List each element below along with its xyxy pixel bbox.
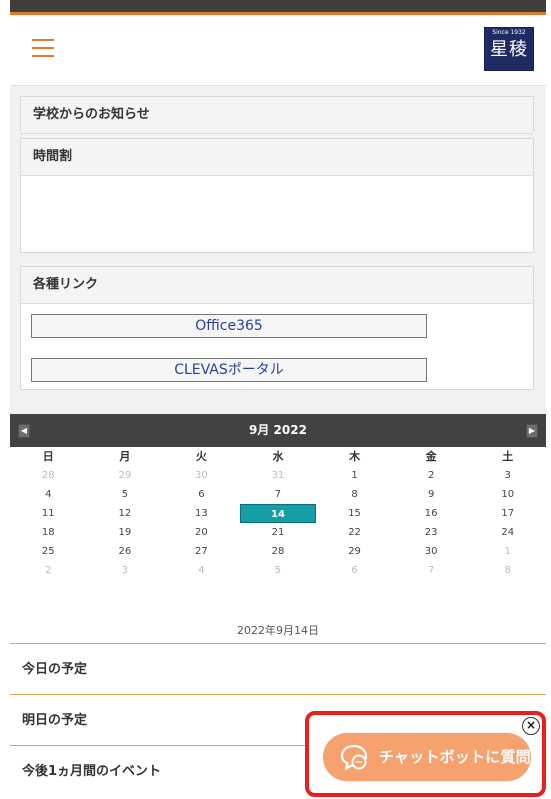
chatbot-label: チャットボットに質問 <box>379 748 531 766</box>
main-content: 学校からのお知らせ 時間割 各種リンク Office365 CLEVASポータル <box>10 86 546 416</box>
calendar-day[interactable]: 27 <box>163 542 240 561</box>
timetable-panel: 時間割 <box>20 138 534 253</box>
weekday-sun: 日 <box>42 450 54 463</box>
calendar-day[interactable]: 4 <box>163 561 240 580</box>
next-month-icon[interactable]: ▶ <box>526 424 538 438</box>
weekday-wed: 水 <box>272 450 284 463</box>
links-panel: 各種リンク Office365 CLEVASポータル <box>20 266 534 390</box>
calendar-day[interactable]: 22 <box>316 523 393 542</box>
logo-since-text: Since 1932 <box>492 29 526 36</box>
clevas-portal-link[interactable]: CLEVASポータル <box>31 358 427 382</box>
weekday-tue: 火 <box>195 450 207 463</box>
calendar-day[interactable]: 3 <box>469 466 546 485</box>
today-schedule[interactable]: 今日の予定 <box>10 643 546 694</box>
menu-line <box>32 47 54 49</box>
calendar-day[interactable]: 30 <box>163 466 240 485</box>
calendar-day[interactable]: 17 <box>469 504 546 523</box>
calendar-day[interactable]: 2 <box>393 466 470 485</box>
links-title: 各種リンク <box>21 267 533 304</box>
calendar-day[interactable]: 4 <box>10 485 87 504</box>
calendar-day[interactable]: 11 <box>10 504 87 523</box>
calendar-day[interactable]: 9 <box>393 485 470 504</box>
calendar-day[interactable]: 10 <box>469 485 546 504</box>
calendar-day[interactable]: 12 <box>87 504 164 523</box>
header: Since 1932 星稜 <box>10 15 546 86</box>
calendar-day[interactable]: 26 <box>87 542 164 561</box>
timetable-body <box>21 176 533 254</box>
calendar: 日 月 火 水 木 金 土 28 29 30 31 1 2 3 4 5 6 7 … <box>10 447 546 643</box>
logo-name: 星稜 <box>490 39 528 60</box>
calendar-day[interactable]: 7 <box>393 561 470 580</box>
calendar-day[interactable]: 7 <box>240 485 317 504</box>
calendar-day[interactable]: 20 <box>163 523 240 542</box>
timetable-title: 時間割 <box>21 139 533 176</box>
weekday-mon: 月 <box>119 450 131 463</box>
calendar-day[interactable]: 29 <box>316 542 393 561</box>
calendar-day[interactable]: 24 <box>469 523 546 542</box>
calendar-day[interactable]: 2 <box>10 561 87 580</box>
announcements-panel: 学校からのお知らせ <box>20 96 534 134</box>
calendar-header: ◀ 9月 2022 ▶ <box>10 414 546 447</box>
calendar-day[interactable]: 3 <box>87 561 164 580</box>
office365-link[interactable]: Office365 <box>31 314 427 338</box>
calendar-day[interactable]: 1 <box>316 466 393 485</box>
calendar-month-label: 9月 2022 <box>249 423 307 437</box>
calendar-day[interactable]: 5 <box>240 561 317 580</box>
weekday-thu: 木 <box>349 450 361 463</box>
menu-line <box>32 39 54 41</box>
menu-line <box>32 55 54 57</box>
links-body: Office365 CLEVASポータル <box>21 304 533 392</box>
calendar-day[interactable]: 6 <box>163 485 240 504</box>
calendar-day[interactable]: 30 <box>393 542 470 561</box>
chatbot-highlight: × チャットボットに質問 <box>305 711 546 797</box>
chatbot-button[interactable]: チャットボットに質問 <box>323 733 531 781</box>
calendar-day[interactable]: 21 <box>240 523 317 542</box>
calendar-day[interactable]: 6 <box>316 561 393 580</box>
calendar-day[interactable]: 8 <box>469 561 546 580</box>
school-logo: Since 1932 星稜 <box>484 27 534 71</box>
selected-calendar-day[interactable]: 14 <box>239 504 317 523</box>
calendar-grid: 日 月 火 水 木 金 土 28 29 30 31 1 2 3 4 5 6 7 … <box>10 447 546 580</box>
calendar-day[interactable]: 19 <box>87 523 164 542</box>
calendar-day[interactable]: 25 <box>10 542 87 561</box>
calendar-day[interactable]: 15 <box>316 504 393 523</box>
calendar-day[interactable]: 31 <box>240 466 317 485</box>
selected-date-label: 2022年9月14日 <box>237 624 319 637</box>
calendar-day[interactable]: 18 <box>10 523 87 542</box>
weekday-fri: 金 <box>425 450 437 463</box>
top-status-bar <box>10 0 546 12</box>
calendar-day[interactable]: 23 <box>393 523 470 542</box>
calendar-day[interactable]: 1 <box>469 542 546 561</box>
menu-icon[interactable] <box>32 39 54 57</box>
previous-month-icon[interactable]: ◀ <box>18 424 30 438</box>
weekday-sat: 土 <box>502 450 514 463</box>
calendar-day[interactable]: 8 <box>316 485 393 504</box>
calendar-day[interactable]: 5 <box>87 485 164 504</box>
speech-bubble-icon <box>340 744 368 771</box>
announcements-title: 学校からのお知らせ <box>21 97 533 134</box>
calendar-day[interactable]: 28 <box>240 542 317 561</box>
calendar-day[interactable]: 28 <box>10 466 87 485</box>
calendar-day[interactable]: 29 <box>87 466 164 485</box>
calendar-day[interactable]: 16 <box>393 504 470 523</box>
calendar-day[interactable]: 13 <box>163 504 240 523</box>
